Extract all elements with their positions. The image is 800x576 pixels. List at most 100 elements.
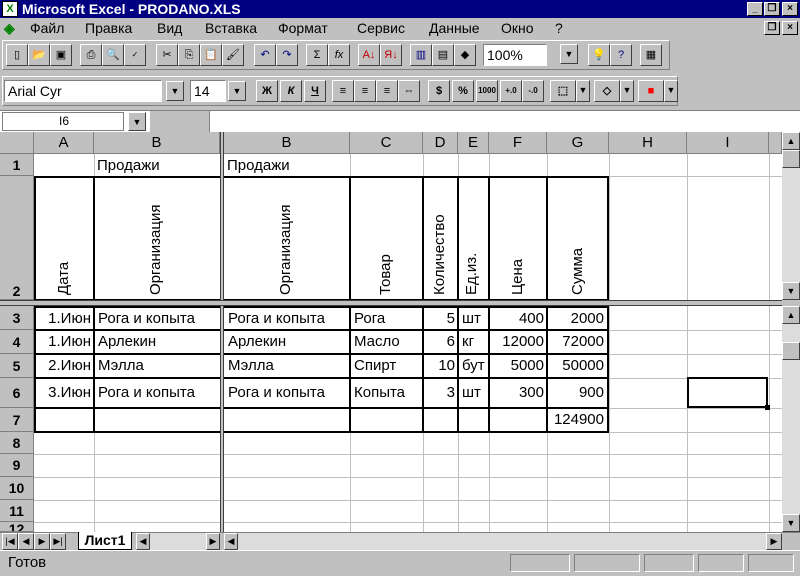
fill-color-icon[interactable]: ◇ — [594, 80, 620, 102]
cell-b1-split[interactable]: Продажи — [224, 155, 350, 176]
cell-b1[interactable]: Продажи — [94, 155, 220, 176]
cell-price[interactable]: 12000 — [490, 331, 547, 353]
upper-vertical-scrollbar[interactable]: ▲ ▼ — [782, 132, 800, 300]
cell-org[interactable]: Рога и копыта — [95, 308, 220, 330]
function-wizard-icon[interactable]: fx — [328, 44, 350, 66]
column-header-a[interactable]: A — [34, 132, 94, 154]
row-header-6[interactable]: 6 — [0, 378, 34, 408]
sort-descending-icon[interactable]: Я↓ — [380, 44, 402, 66]
font-color-icon[interactable]: ■ — [638, 80, 664, 102]
cell-product[interactable]: Масло — [351, 331, 423, 353]
cell-org[interactable]: Рога и копыта — [95, 379, 220, 407]
save-icon[interactable]: ▣ — [50, 44, 72, 66]
cell-org-split[interactable]: Арлекин — [225, 331, 350, 353]
comma-style-button[interactable]: 1000 — [476, 80, 498, 102]
decrease-decimal-icon[interactable]: -.0 — [522, 80, 544, 102]
gridlines-icon[interactable]: ▦ — [640, 44, 662, 66]
text-box-icon[interactable]: ▤ — [432, 44, 454, 66]
cell-org-split[interactable]: Мэлла — [225, 355, 350, 377]
cell-date[interactable]: 2.Июн — [36, 355, 94, 377]
spelling-icon[interactable]: ✓ — [124, 44, 146, 66]
tab-scroll-left-icon[interactable]: ◀ — [136, 533, 150, 550]
cell-product[interactable]: Копыта — [351, 379, 423, 407]
tab-scroll-right-icon[interactable]: ▶ — [206, 533, 220, 550]
bold-button[interactable]: Ж — [256, 80, 278, 102]
fill-dropdown-icon[interactable]: ▼ — [620, 80, 634, 102]
column-header-b[interactable]: B — [94, 132, 220, 154]
cell-org[interactable]: Мэлла — [95, 355, 220, 377]
column-header-f[interactable]: F — [489, 132, 547, 154]
fill-handle[interactable] — [765, 405, 770, 410]
redo-icon[interactable]: ↷ — [276, 44, 298, 66]
row-header-9[interactable]: 9 — [0, 454, 34, 477]
tip-wizard-icon[interactable]: 💡 — [588, 44, 610, 66]
merge-center-icon[interactable]: ⇔ — [398, 80, 420, 102]
drawing-icon[interactable]: ◆ — [454, 44, 476, 66]
open-icon[interactable]: 📂 — [28, 44, 50, 66]
name-box[interactable]: I6 — [2, 112, 124, 131]
cut-icon[interactable]: ✂ — [156, 44, 178, 66]
cell-qty[interactable]: 6 — [424, 331, 458, 353]
cell-date[interactable]: 1.Июн — [36, 331, 94, 353]
cell-sum[interactable]: 900 — [548, 379, 607, 407]
row-header-8[interactable]: 8 — [0, 432, 34, 454]
cell-org-split[interactable]: Рога и копыта — [225, 308, 350, 330]
borders-icon[interactable]: ⬚ — [550, 80, 576, 102]
underline-button[interactable]: Ч — [304, 80, 326, 102]
cell-sum[interactable]: 2000 — [548, 308, 607, 330]
menu-view[interactable]: Вид — [157, 18, 182, 38]
size-dropdown-icon[interactable]: ▼ — [228, 81, 246, 101]
scroll-thumb[interactable] — [782, 342, 800, 360]
select-all-corner[interactable] — [0, 132, 34, 154]
new-icon[interactable]: ▯ — [6, 44, 28, 66]
menu-insert[interactable]: Вставка — [205, 18, 257, 38]
cell-date[interactable]: 1.Июн — [36, 308, 94, 330]
row-header-2[interactable]: 2 — [0, 176, 34, 300]
cell-total[interactable]: 124900 — [548, 409, 607, 431]
restore-button[interactable]: ❐ — [764, 2, 780, 16]
zoom-dropdown-icon[interactable]: ▼ — [560, 44, 578, 64]
doc-close-button[interactable]: × — [782, 21, 798, 35]
help-pointer-icon[interactable]: ? — [610, 44, 632, 66]
print-icon[interactable]: ⎙ — [80, 44, 102, 66]
row-header-11[interactable]: 11 — [0, 500, 34, 522]
cell-unit[interactable]: шт — [459, 379, 489, 407]
formula-input[interactable] — [210, 111, 800, 132]
cell-unit[interactable]: кг — [459, 331, 489, 353]
size-select[interactable]: 14 — [190, 80, 226, 102]
scroll-down-icon[interactable]: ▼ — [782, 514, 800, 532]
row-header-3[interactable]: 3 — [0, 306, 34, 330]
scroll-thumb[interactable] — [782, 150, 800, 168]
font-select[interactable]: Arial Cyr — [4, 80, 162, 102]
worksheet-grid[interactable]: A B B C D E F G H I 1 2 3 4 5 6 7 8 9 10… — [0, 132, 782, 532]
cell-org[interactable]: Арлекин — [95, 331, 220, 353]
column-header-next[interactable] — [769, 132, 782, 154]
percent-button[interactable]: % — [452, 80, 474, 102]
cell-price[interactable]: 400 — [490, 308, 547, 330]
cell-qty[interactable]: 10 — [424, 355, 458, 377]
borders-dropdown-icon[interactable]: ▼ — [576, 80, 590, 102]
scroll-up-icon[interactable]: ▲ — [782, 306, 800, 324]
cell-product[interactable]: Рога — [351, 308, 423, 330]
menu-format[interactable]: Формат — [278, 18, 328, 38]
scroll-down-icon[interactable]: ▼ — [782, 282, 800, 300]
close-button[interactable]: × — [782, 2, 798, 16]
column-header-e[interactable]: E — [458, 132, 489, 154]
align-left-icon[interactable]: ≡ — [332, 80, 354, 102]
align-center-icon[interactable]: ≡ — [354, 80, 376, 102]
cell-unit[interactable]: бут — [459, 355, 489, 377]
horizontal-split-bar[interactable] — [0, 300, 782, 306]
h-scroll-track[interactable] — [238, 533, 766, 550]
column-header-b-split[interactable]: B — [224, 132, 350, 154]
minimize-button[interactable]: _ — [747, 2, 763, 16]
cell-product[interactable]: Спирт — [351, 355, 423, 377]
column-header-c[interactable]: C — [350, 132, 423, 154]
lower-vertical-scrollbar[interactable]: ▲ ▼ — [782, 306, 800, 532]
cell-unit[interactable]: шт — [459, 308, 489, 330]
autosum-icon[interactable]: Σ — [306, 44, 328, 66]
active-cell-i6[interactable] — [687, 377, 768, 408]
prev-sheet-icon[interactable]: ◀ — [18, 533, 34, 550]
menu-help[interactable]: ? — [555, 18, 563, 38]
last-sheet-icon[interactable]: ▶| — [50, 533, 66, 550]
menu-tools[interactable]: Сервис — [357, 18, 405, 38]
